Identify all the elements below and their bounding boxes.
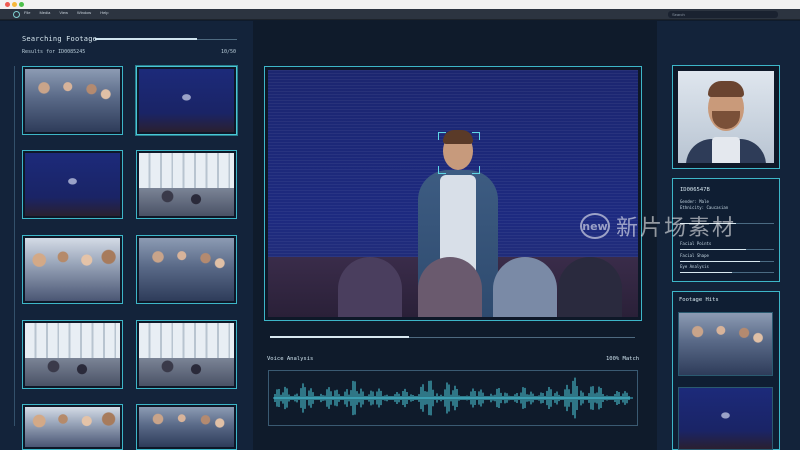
footage-image: [25, 323, 120, 386]
voice-waveform: [268, 370, 638, 426]
watermark: new 新片场素材: [580, 210, 736, 242]
search-input[interactable]: Search: [668, 11, 778, 18]
voice-analysis-label: Voice Analysis: [267, 356, 314, 362]
result-thumbnail[interactable]: [22, 404, 123, 450]
result-thumbnail[interactable]: [136, 320, 237, 389]
menu-item-view[interactable]: View: [59, 10, 68, 15]
profile-id: ID006547B: [680, 187, 710, 193]
footage-image: [139, 69, 234, 132]
result-thumbnail[interactable]: [22, 150, 123, 219]
results-count: 10/50: [221, 49, 237, 55]
app-logo-icon: [13, 11, 20, 18]
profile-hair: [708, 81, 744, 97]
footage-image: [139, 238, 234, 301]
audience-head: [558, 257, 622, 317]
menu-item-file[interactable]: File: [24, 10, 30, 15]
minimize-window-button[interactable]: [12, 2, 17, 7]
waveform-graphic: [273, 377, 633, 419]
matched-profile-frame[interactable]: [672, 65, 780, 169]
footage-hit-thumbnail[interactable]: [678, 387, 773, 450]
audience-head: [418, 257, 482, 317]
menu-item-window[interactable]: Window: [77, 10, 91, 15]
footage-hits-title: Footage Hits: [679, 297, 719, 303]
profile-shirt: [712, 137, 740, 163]
main-video-frame[interactable]: [264, 66, 642, 321]
audience-head: [493, 257, 557, 317]
metric-label: Eye Analysis: [680, 264, 709, 269]
searching-footage-title: Searching Footage: [22, 35, 98, 43]
result-thumbnail[interactable]: [22, 320, 123, 389]
match-percentage: 100% Match: [606, 356, 640, 362]
main-video[interactable]: [268, 70, 638, 317]
search-progress-fill: [95, 38, 198, 40]
metric-bar-fill: [680, 249, 746, 250]
footage-hit-thumbnail[interactable]: [678, 312, 773, 376]
watermark-badge: new: [580, 213, 610, 239]
metric-bar-fill: [680, 261, 760, 262]
menu-item-media[interactable]: Media: [39, 10, 50, 15]
results-label: Results for ID0085245: [22, 49, 86, 55]
close-window-button[interactable]: [5, 2, 10, 7]
footage-image: [139, 323, 234, 386]
maximize-window-button[interactable]: [19, 2, 24, 7]
footage-image: [25, 153, 120, 216]
menu-item-help[interactable]: Help: [100, 10, 108, 15]
result-thumbnail[interactable]: [136, 150, 237, 219]
footage-image: [139, 407, 234, 447]
playback-scrubber-fill[interactable]: [270, 336, 409, 338]
metric-bar-fill: [680, 272, 732, 273]
result-thumbnail-selected[interactable]: [136, 66, 237, 135]
footage-image: [25, 407, 120, 447]
result-thumbnail[interactable]: [136, 235, 237, 304]
footage-image: [25, 238, 120, 301]
profile-gender: Gender: Male: [680, 199, 709, 204]
watermark-text: 新片场素材: [616, 216, 737, 241]
matched-profile-photo: [678, 71, 774, 163]
audience-head: [338, 257, 402, 317]
os-menubar: [0, 0, 800, 9]
footage-image: [25, 69, 120, 132]
result-thumbnail[interactable]: [136, 404, 237, 450]
face-detection-box: [438, 132, 480, 174]
app-menu: File Media View Window Help: [24, 10, 117, 15]
result-thumbnail[interactable]: [22, 66, 123, 135]
footage-image: [139, 153, 234, 216]
result-thumbnail[interactable]: [22, 235, 123, 304]
results-scrollbar[interactable]: [14, 66, 15, 426]
metric-label: Facial Shape: [680, 253, 709, 258]
